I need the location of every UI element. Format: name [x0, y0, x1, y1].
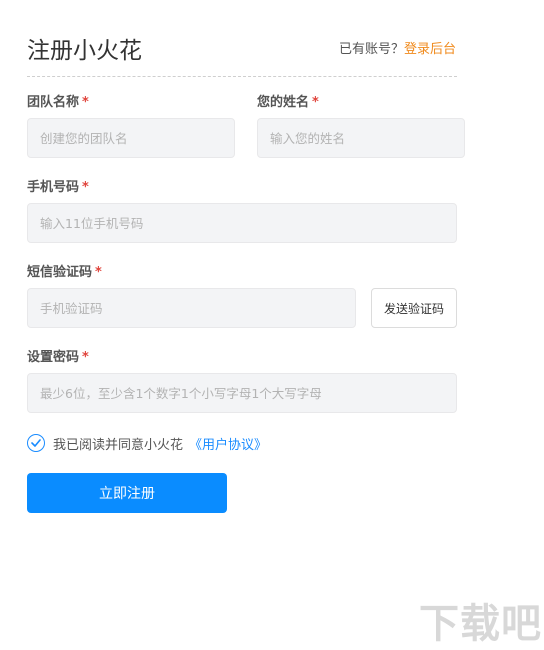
phone-label-text: 手机号码	[27, 180, 80, 195]
required-mark: *	[82, 180, 89, 195]
required-mark: *	[312, 95, 319, 110]
sms-code-label-text: 短信验证码	[27, 265, 93, 280]
login-hint-text: 已有账号？	[338, 42, 404, 57]
phone-input[interactable]	[27, 203, 457, 243]
agreement-row: 我已阅读并同意小火花 《用户协议》	[27, 433, 267, 453]
your-name-label-text: 您的姓名	[257, 95, 310, 110]
agreement-text: 我已阅读并同意小火花	[53, 437, 184, 453]
password-label-text: 设置密码	[27, 350, 80, 365]
sms-code-input[interactable]	[27, 288, 356, 328]
page-title: 注册小火花	[27, 38, 142, 64]
required-mark: *	[82, 95, 89, 110]
required-mark: *	[95, 265, 102, 280]
password-label: 设置密码 *	[27, 349, 89, 367]
team-name-label: 团队名称 *	[27, 94, 89, 112]
header-divider	[27, 76, 457, 77]
team-name-input[interactable]	[27, 118, 235, 158]
your-name-input[interactable]	[257, 118, 465, 158]
team-name-label-text: 团队名称	[27, 95, 80, 110]
sms-code-label: 短信验证码 *	[27, 264, 102, 282]
login-link[interactable]: 登录后台	[404, 42, 456, 57]
login-hint: 已有账号？登录后台	[339, 40, 456, 60]
user-agreement-link[interactable]: 《用户协议》	[189, 434, 267, 453]
required-mark: *	[82, 350, 89, 365]
checkmark-icon	[31, 439, 41, 447]
your-name-label: 您的姓名 *	[257, 94, 319, 112]
phone-label: 手机号码 *	[27, 179, 89, 197]
register-button[interactable]: 立即注册	[27, 473, 227, 513]
password-input[interactable]	[27, 373, 457, 413]
watermark-logo: 下载吧	[419, 601, 542, 647]
agreement-checkbox[interactable]	[27, 434, 45, 452]
send-code-button[interactable]: 发送验证码	[371, 288, 457, 328]
